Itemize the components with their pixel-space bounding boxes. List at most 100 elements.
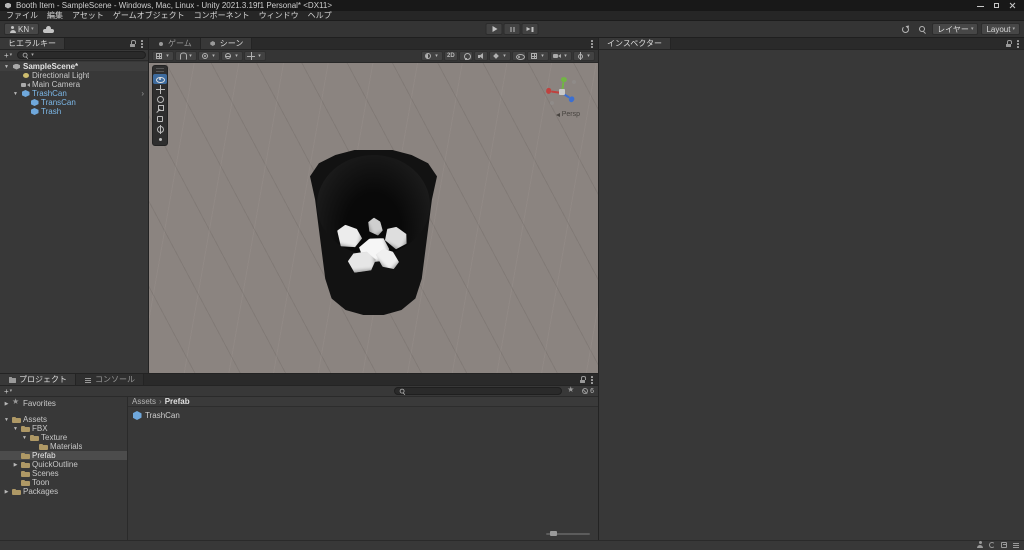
menu-item[interactable]: ウィンドウ [259,10,299,21]
folder-tree-item[interactable]: Materials [0,442,127,451]
tool-button[interactable] [153,124,167,134]
scene-tool-button[interactable] [512,51,526,61]
menu-item[interactable]: アセット [72,10,104,21]
trashcan-model[interactable] [310,150,437,315]
lock-icon[interactable] [129,40,136,48]
tool-button[interactable] [153,114,167,124]
scene-tool-button[interactable]: ▾ [421,51,443,61]
bottom-tab[interactable]: プロジェクト [0,374,76,385]
window-control-button[interactable] [988,0,1004,11]
scene-viewport[interactable]: Persp [149,63,598,373]
tab-inspector[interactable]: インスペクター [599,38,671,49]
bottom-tab[interactable]: コンソール [76,374,144,385]
layout-dropdown[interactable]: Layout ▾ [981,23,1020,35]
hierarchy-item[interactable]: Main Camera [0,80,148,89]
scene-tool-button[interactable] [444,51,458,61]
scene-tool-button[interactable]: ▾ [550,51,572,61]
folder-tree-item[interactable]: ▼ FBX [0,424,127,433]
cloud-services-button[interactable] [42,23,56,35]
tab-hierarchy[interactable]: ヒエラルキー [0,38,65,49]
status-icon[interactable] [1000,541,1008,550]
scene-tool-button[interactable]: ▾ [489,51,511,61]
view-tab[interactable]: シーン [200,38,253,49]
tool-button[interactable] [153,74,167,84]
hierarchy-search-input[interactable] [34,51,142,59]
play-control-button[interactable] [485,23,503,35]
create-asset-button[interactable]: + ▾ [2,387,14,396]
scene-orientation-gizmo[interactable] [542,75,582,109]
thumbnail-size-slider[interactable] [546,530,590,537]
scene-tool-button[interactable]: ▾ [244,51,266,61]
global-search-button[interactable] [915,23,929,35]
folder-tree-item[interactable]: ▼ Texture [0,433,127,442]
create-object-button[interactable]: + ▾ [2,51,14,60]
tool-button[interactable] [153,134,167,144]
foldout-icon[interactable]: ▶ [12,462,19,468]
hierarchy-item[interactable]: Trash [0,107,148,116]
breadcrumb-root[interactable]: Assets [132,397,156,406]
foldout-icon[interactable]: ▶ [3,401,10,407]
prefab-open-arrow-icon[interactable]: › [141,89,146,98]
window-control-button[interactable] [972,0,988,11]
hierarchy-item[interactable]: ▼ SampleScene* [0,62,148,71]
folder-tree-item[interactable]: Toon [0,478,127,487]
view-tab[interactable]: ゲーム [149,38,201,49]
slider-thumb[interactable] [550,531,557,536]
lock-icon[interactable] [579,376,586,384]
negative-axis-icon[interactable] [572,80,576,84]
scene-tool-button[interactable]: ▾ [527,51,549,61]
window-control-button[interactable] [1004,0,1020,11]
hierarchy-item[interactable]: Directional Light [0,71,148,80]
panel-menu-icon[interactable] [590,375,594,384]
scene-tool-button[interactable] [459,51,473,61]
foldout-icon[interactable]: ▼ [3,64,10,70]
folder-tree-item[interactable]: ▼ Assets [0,415,127,424]
folder-tree-item[interactable]: ▶ Favorites [0,398,127,408]
lock-icon[interactable] [1005,40,1012,48]
scene-tool-button[interactable]: ▾ [198,51,220,61]
project-search[interactable] [394,387,563,395]
folder-tree-item[interactable]: Scenes [0,469,127,478]
undo-history-button[interactable] [898,23,912,35]
status-icon[interactable] [988,541,996,550]
panel-menu-icon[interactable] [590,39,594,48]
gizmo-center-cube-icon[interactable] [559,89,565,95]
account-button[interactable]: KN ▾ [4,23,39,35]
panel-menu-icon[interactable] [140,39,144,48]
tool-button[interactable] [153,104,167,114]
menu-item[interactable]: 編集 [47,10,63,21]
layers-dropdown[interactable]: レイヤー ▾ [932,23,979,35]
projection-toggle[interactable]: Persp [555,111,580,118]
foldout-icon[interactable]: ▶ [3,489,10,495]
tool-button[interactable] [153,94,167,104]
scene-tool-button[interactable] [474,51,488,61]
folder-tree-item[interactable]: ▶ QuickOutline [0,460,127,469]
menu-item[interactable]: ヘルプ [308,10,332,21]
asset-item[interactable]: TrashCan [132,410,594,421]
play-control-button[interactable] [503,23,521,35]
hierarchy-item[interactable]: TransCan [0,98,148,107]
hierarchy-search[interactable]: ▾ [17,51,146,59]
hierarchy-item[interactable]: ▼ TrashCan › [0,89,148,98]
foldout-icon[interactable]: ▼ [12,91,19,97]
tool-button[interactable] [153,84,167,94]
project-toolbar-button[interactable]: 6 [579,386,596,396]
scene-tool-button[interactable]: ▾ [221,51,243,61]
folder-tree-item[interactable]: ▶ Packages [0,487,127,496]
play-control-button[interactable] [521,23,539,35]
palette-grip[interactable] [156,68,164,72]
foldout-icon[interactable]: ▼ [3,417,10,423]
status-icon[interactable] [1012,541,1020,550]
panel-menu-icon[interactable] [1016,39,1020,48]
menu-item[interactable]: ゲームオブジェクト [113,10,185,21]
foldout-icon[interactable]: ▼ [21,435,28,441]
scene-tool-button[interactable]: ▾ [573,51,595,61]
menu-item[interactable]: コンポーネント [194,10,250,21]
negative-axis-icon[interactable] [550,101,554,105]
status-icon[interactable] [976,541,984,550]
folder-tree-item[interactable]: Prefab [0,451,127,460]
scene-tool-button[interactable]: ▾ [152,51,174,61]
project-toolbar-button[interactable] [565,386,578,396]
project-search-input[interactable] [408,387,559,395]
menu-item[interactable]: ファイル [6,10,38,21]
